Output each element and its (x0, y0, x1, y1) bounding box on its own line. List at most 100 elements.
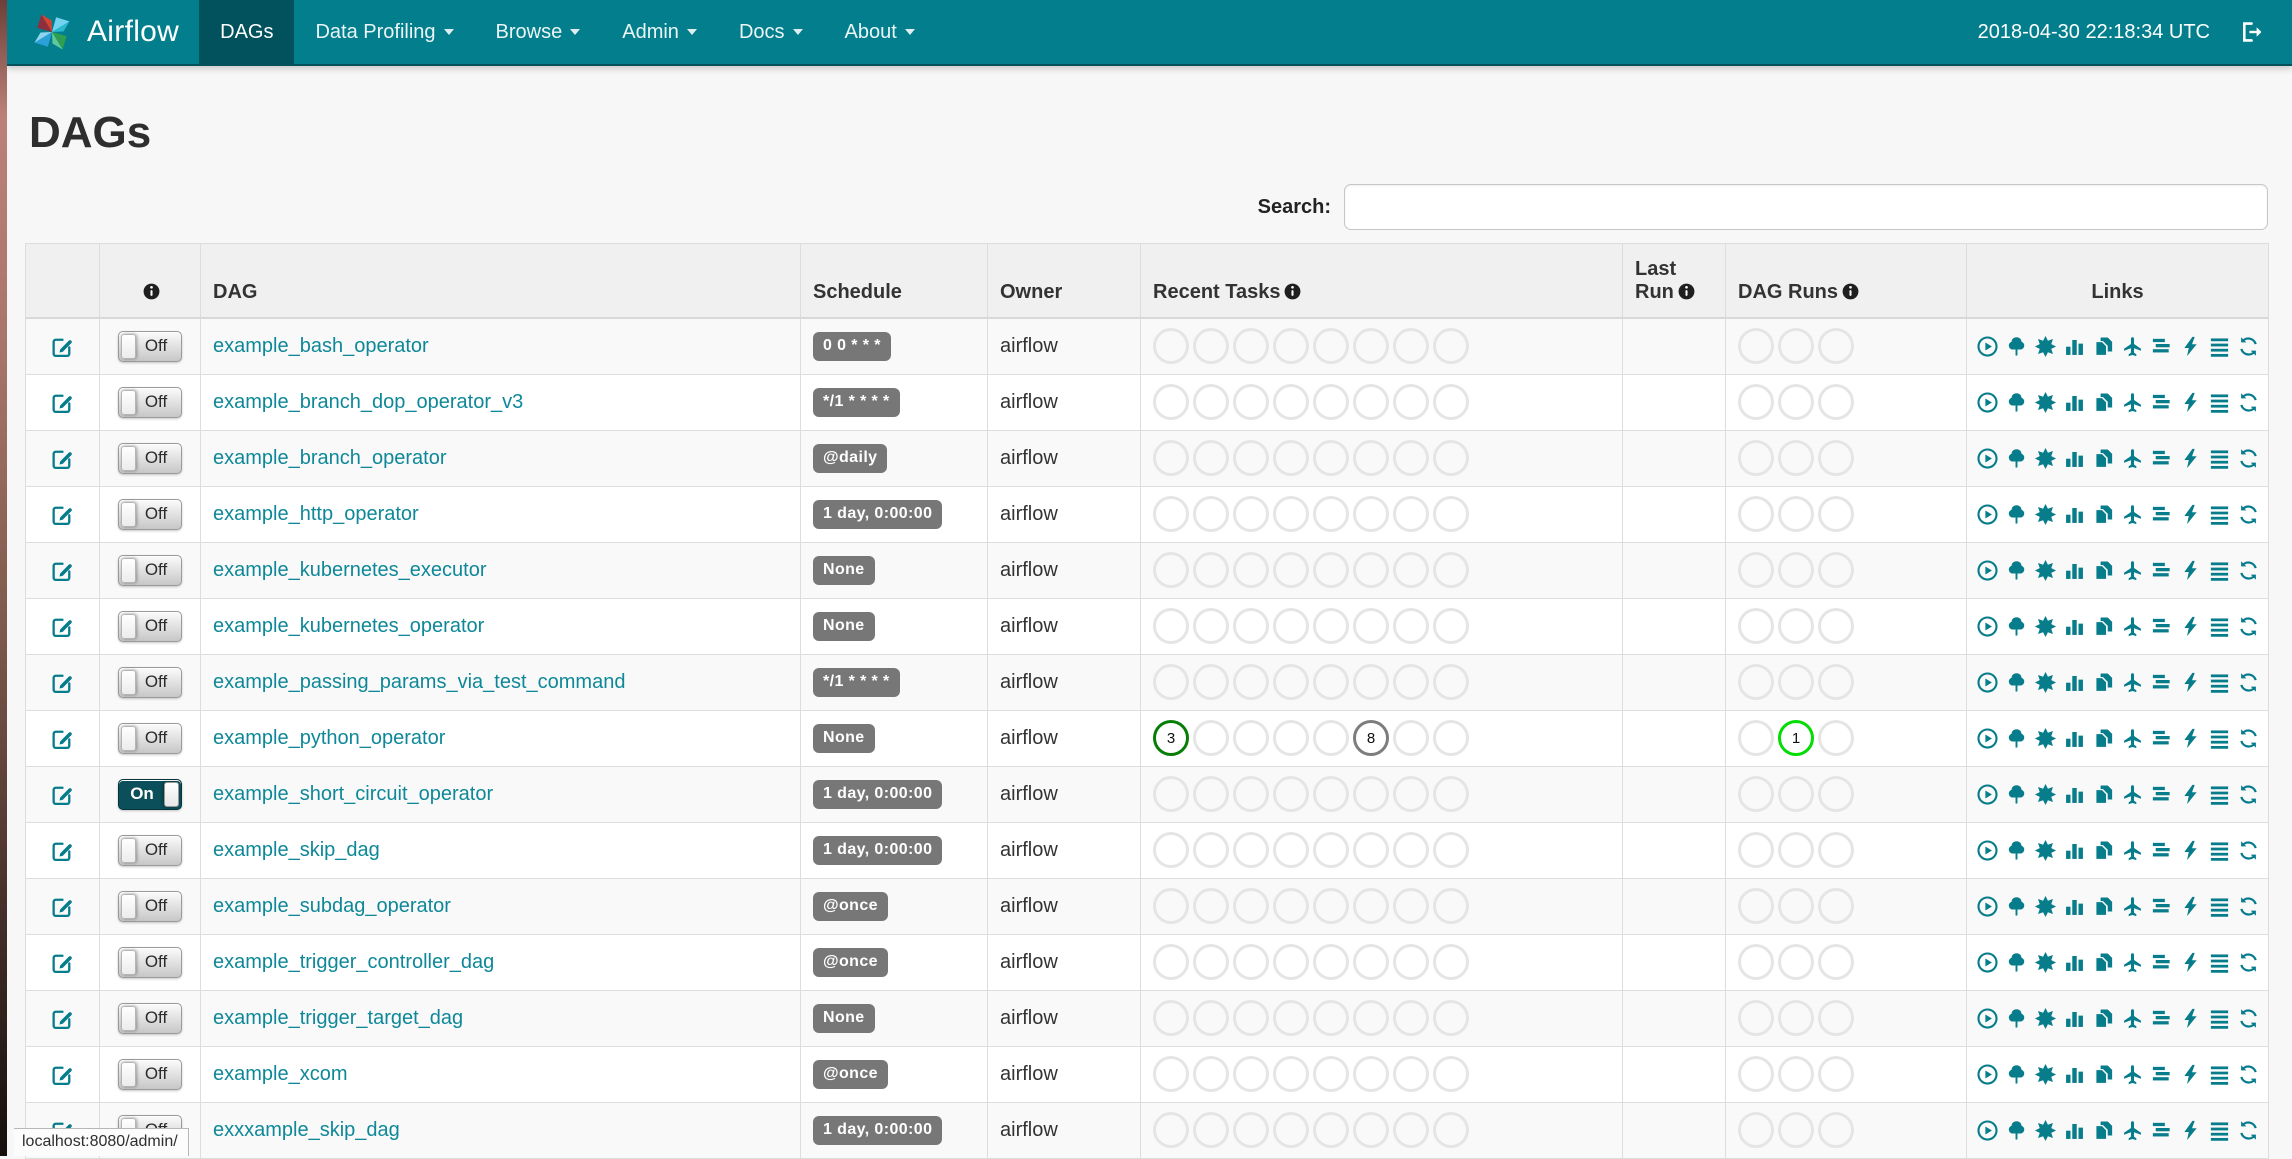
task-duration-icon[interactable] (2063, 1063, 2086, 1086)
task-duration-icon[interactable] (2063, 391, 2086, 414)
dag-pause-toggle[interactable]: Off (118, 442, 182, 474)
task-duration-icon[interactable] (2063, 447, 2086, 470)
gantt-view-icon[interactable] (2150, 447, 2173, 470)
trigger-dag-icon[interactable] (1976, 951, 1999, 974)
refresh-dag-icon[interactable] (2237, 391, 2260, 414)
refresh-dag-icon[interactable] (2237, 671, 2260, 694)
code-view-icon[interactable] (2179, 895, 2202, 918)
trigger-dag-icon[interactable] (1976, 727, 1999, 750)
trigger-dag-icon[interactable] (1976, 1063, 1999, 1086)
edit-dag-button[interactable] (50, 726, 75, 751)
refresh-dag-icon[interactable] (2237, 559, 2260, 582)
edit-dag-button[interactable] (50, 838, 75, 863)
landing-times-icon[interactable] (2121, 783, 2144, 806)
trigger-dag-icon[interactable] (1976, 391, 1999, 414)
task-tries-icon[interactable] (2092, 1007, 2115, 1030)
trigger-dag-icon[interactable] (1976, 1007, 1999, 1030)
tree-view-icon[interactable] (2005, 559, 2028, 582)
task-duration-icon[interactable] (2063, 839, 2086, 862)
logs-icon[interactable] (2208, 783, 2231, 806)
task-count-circle[interactable]: 3 (1153, 720, 1189, 756)
code-view-icon[interactable] (2179, 783, 2202, 806)
edit-dag-button[interactable] (50, 894, 75, 919)
edit-dag-button[interactable] (50, 670, 75, 695)
dag-link[interactable]: example_short_circuit_operator (213, 783, 493, 805)
edit-dag-button[interactable] (50, 446, 75, 471)
task-tries-icon[interactable] (2092, 671, 2115, 694)
task-tries-icon[interactable] (2092, 895, 2115, 918)
dag-link[interactable]: example_skip_dag (213, 839, 380, 861)
dag-pause-toggle[interactable]: Off (118, 554, 182, 586)
nav-item-dags[interactable]: DAGs (199, 0, 295, 64)
dag-link[interactable]: example_trigger_target_dag (213, 1007, 463, 1029)
dag-link[interactable]: example_passing_params_via_test_command (213, 671, 625, 693)
gantt-view-icon[interactable] (2150, 1119, 2173, 1142)
dag-link[interactable]: example_bash_operator (213, 335, 429, 357)
code-view-icon[interactable] (2179, 671, 2202, 694)
dag-link[interactable]: exxxample_skip_dag (213, 1119, 400, 1141)
gantt-view-icon[interactable] (2150, 727, 2173, 750)
task-duration-icon[interactable] (2063, 783, 2086, 806)
task-tries-icon[interactable] (2092, 447, 2115, 470)
logs-icon[interactable] (2208, 671, 2231, 694)
tree-view-icon[interactable] (2005, 671, 2028, 694)
refresh-dag-icon[interactable] (2237, 615, 2260, 638)
gantt-view-icon[interactable] (2150, 559, 2173, 582)
dag-pause-toggle[interactable]: Off (118, 610, 182, 642)
code-view-icon[interactable] (2179, 503, 2202, 526)
dag-link[interactable]: example_trigger_controller_dag (213, 951, 494, 973)
nav-item-admin[interactable]: Admin (601, 0, 718, 64)
nav-item-docs[interactable]: Docs (718, 0, 824, 64)
logs-icon[interactable] (2208, 951, 2231, 974)
graph-view-icon[interactable] (2034, 335, 2057, 358)
dag-link[interactable]: example_branch_operator (213, 447, 447, 469)
dag-pause-toggle[interactable]: Off (118, 330, 182, 362)
landing-times-icon[interactable] (2121, 727, 2144, 750)
dag-pause-toggle[interactable]: Off (118, 722, 182, 754)
landing-times-icon[interactable] (2121, 839, 2144, 862)
task-tries-icon[interactable] (2092, 335, 2115, 358)
graph-view-icon[interactable] (2034, 783, 2057, 806)
nav-item-about[interactable]: About (824, 0, 936, 64)
tree-view-icon[interactable] (2005, 1119, 2028, 1142)
trigger-dag-icon[interactable] (1976, 447, 1999, 470)
refresh-dag-icon[interactable] (2237, 895, 2260, 918)
gantt-view-icon[interactable] (2150, 671, 2173, 694)
tree-view-icon[interactable] (2005, 839, 2028, 862)
tree-view-icon[interactable] (2005, 391, 2028, 414)
tree-view-icon[interactable] (2005, 951, 2028, 974)
logs-icon[interactable] (2208, 895, 2231, 918)
dag-pause-toggle[interactable]: Off (118, 834, 182, 866)
code-view-icon[interactable] (2179, 1119, 2202, 1142)
trigger-dag-icon[interactable] (1976, 615, 1999, 638)
dag-pause-toggle[interactable]: Off (118, 1058, 182, 1090)
trigger-dag-icon[interactable] (1976, 335, 1999, 358)
code-view-icon[interactable] (2179, 391, 2202, 414)
refresh-dag-icon[interactable] (2237, 503, 2260, 526)
dag-link[interactable]: example_kubernetes_executor (213, 559, 487, 581)
gantt-view-icon[interactable] (2150, 951, 2173, 974)
gantt-view-icon[interactable] (2150, 783, 2173, 806)
logs-icon[interactable] (2208, 1063, 2231, 1086)
trigger-dag-icon[interactable] (1976, 503, 1999, 526)
landing-times-icon[interactable] (2121, 1063, 2144, 1086)
task-tries-icon[interactable] (2092, 727, 2115, 750)
logs-icon[interactable] (2208, 559, 2231, 582)
graph-view-icon[interactable] (2034, 895, 2057, 918)
edit-dag-button[interactable] (50, 1006, 75, 1031)
tree-view-icon[interactable] (2005, 727, 2028, 750)
trigger-dag-icon[interactable] (1976, 559, 1999, 582)
logs-icon[interactable] (2208, 1007, 2231, 1030)
graph-view-icon[interactable] (2034, 391, 2057, 414)
landing-times-icon[interactable] (2121, 391, 2144, 414)
edit-dag-button[interactable] (50, 782, 75, 807)
landing-times-icon[interactable] (2121, 559, 2144, 582)
tree-view-icon[interactable] (2005, 447, 2028, 470)
task-count-circle[interactable]: 1 (1778, 720, 1814, 756)
trigger-dag-icon[interactable] (1976, 783, 1999, 806)
task-count-circle[interactable]: 8 (1353, 720, 1389, 756)
code-view-icon[interactable] (2179, 727, 2202, 750)
landing-times-icon[interactable] (2121, 951, 2144, 974)
dag-pause-toggle[interactable]: Off (118, 946, 182, 978)
task-tries-icon[interactable] (2092, 951, 2115, 974)
